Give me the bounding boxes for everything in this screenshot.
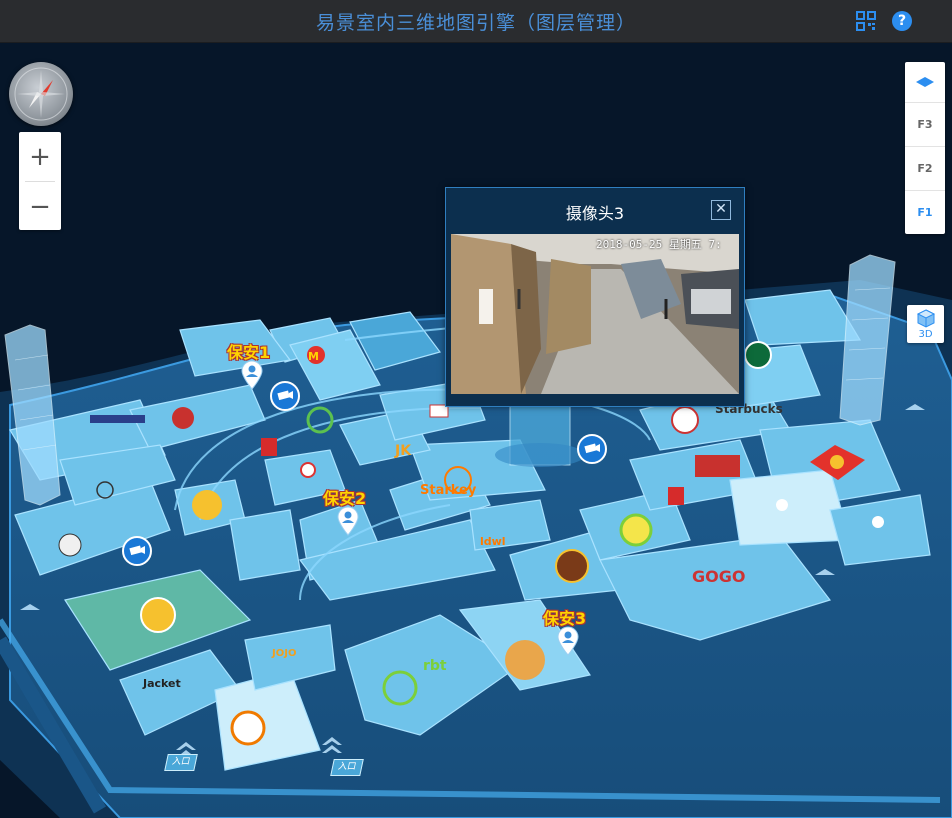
guard-marker-2[interactable]	[336, 506, 360, 536]
svg-text:Starkey: Starkey	[420, 483, 477, 498]
guard-marker-3[interactable]	[556, 626, 580, 656]
svg-text:rbt: rbt	[423, 658, 447, 674]
camera-marker-2[interactable]	[577, 434, 607, 464]
svg-text:Jacket: Jacket	[142, 677, 181, 690]
camera-icon	[122, 536, 152, 566]
layers-icon[interactable]	[905, 62, 945, 102]
zoom-in-button[interactable]: +	[19, 132, 61, 181]
close-icon[interactable]: ✕	[711, 200, 731, 220]
title-bar: 易景室内三维地图引擎（图层管理） ?	[0, 0, 952, 43]
video-frame	[451, 234, 739, 394]
entrance-text: 入口	[171, 757, 192, 767]
svg-text:JK: JK	[394, 443, 412, 459]
compass-needle	[14, 67, 68, 121]
app-title: 易景室内三维地图引擎（图层管理）	[315, 11, 636, 34]
entrance-label: 入口	[330, 759, 364, 776]
camera-marker-1[interactable]	[270, 381, 300, 411]
qrcode-icon[interactable]	[856, 11, 876, 31]
cube-icon	[916, 309, 935, 328]
svg-text:ldwl: ldwl	[480, 535, 506, 548]
camera-marker-3[interactable]	[122, 536, 152, 566]
zoom-out-button[interactable]: −	[19, 182, 61, 231]
guard-pin-icon	[337, 506, 359, 536]
svg-text:GOGO: GOGO	[692, 567, 745, 586]
camera-icon	[270, 381, 300, 411]
entrance-label: 入口	[164, 754, 198, 771]
svg-text:M: M	[308, 350, 319, 363]
camera-video-feed[interactable]: 2018-05-25 星期五 7:	[451, 234, 739, 394]
compass-icon[interactable]	[9, 62, 73, 126]
map-canvas[interactable]: M JK Starkey Jacket JOJO rbt ldwl GOGO S…	[0, 43, 952, 818]
camera-icon	[577, 434, 607, 464]
view-3d-toggle[interactable]: 3D	[907, 305, 944, 343]
svg-text:JOJO: JOJO	[271, 648, 296, 659]
guard-marker-1[interactable]	[240, 360, 264, 390]
entrance-text: 入口	[337, 762, 358, 772]
help-icon[interactable]: ?	[892, 11, 912, 31]
floor-f1-button[interactable]: F1	[905, 190, 945, 234]
help-label: ?	[897, 13, 907, 29]
zoom-control: + −	[19, 132, 61, 230]
floor-f3-button[interactable]: F3	[905, 102, 945, 146]
camera-popup: 摄像头3 ✕ 2018-05-25 星期五 7:	[445, 187, 745, 407]
floor-switcher: F3 F2 F1	[905, 62, 945, 234]
floor-f2-button[interactable]: F2	[905, 146, 945, 190]
guard-pin-icon	[241, 360, 263, 390]
video-timestamp: 2018-05-25 星期五 7:	[596, 238, 722, 251]
popup-title: 摄像头3	[565, 204, 625, 223]
indoor-3d-map: M JK Starkey Jacket JOJO rbt ldwl GOGO S…	[0, 254, 952, 818]
view-3d-label: 3D	[918, 329, 933, 340]
guard-pin-icon	[557, 626, 579, 656]
